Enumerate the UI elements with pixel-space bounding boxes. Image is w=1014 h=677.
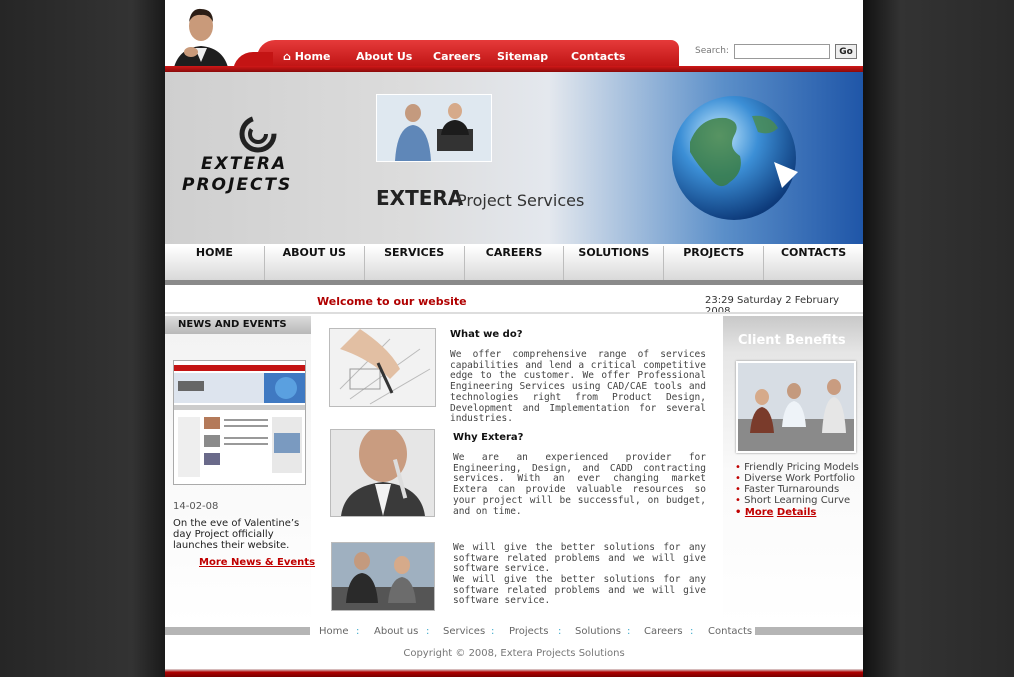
bullet-icon: • [735,484,741,495]
footer-separator: : [426,626,430,637]
benefit-item: • Friendly Pricing Models [735,462,859,473]
background-right [863,0,1014,677]
background-left [0,0,165,677]
top-nav-sitemap[interactable]: Sitemap [497,50,548,63]
welcome-text: Welcome to our website [317,295,467,308]
footer-link-solutions[interactable]: Solutions [575,626,621,637]
what-we-do-text: We offer comprehensive range of services… [450,349,706,425]
why-extera-heading: Why Extera? [453,432,524,443]
benefit-item: • Short Learning Curve [735,495,851,506]
man-with-pen-image [330,429,435,517]
top-nav-careers[interactable]: Careers [433,50,481,63]
welcome-divider [165,312,863,314]
main-nav-contacts[interactable]: CONTACTS [764,246,863,280]
why-extera-text: We are an experienced provider for Engin… [453,452,706,517]
benefit-item: • Diverse Work Portfolio [735,473,855,484]
more-details-link[interactable]: • More Details [735,507,816,518]
more-link[interactable]: More [745,507,774,518]
main-nav-services[interactable]: SERVICES [365,246,465,280]
logo-swirl-icon [239,115,277,153]
banner-title: EXTERA [376,186,464,210]
banner-subtitle: Project Services [457,191,585,210]
footer-separator: : [558,626,562,637]
search-input[interactable] [734,44,830,59]
office-team-photo [376,94,492,162]
office-phone-image [331,542,435,611]
footer-separator: : [356,626,360,637]
news-website-thumbnail[interactable] [173,360,306,485]
bullet-icon: • [735,507,742,518]
footer-link-projects[interactable]: Projects [509,626,548,637]
bullet-icon: • [735,495,741,506]
drafting-image [329,328,436,407]
bullet-icon: • [735,473,741,484]
footer-link-about[interactable]: About us [374,626,418,637]
footer-link-careers[interactable]: Careers [644,626,683,637]
news-header: NEWS AND EVENTS [165,316,311,334]
footer-bar-right [755,627,863,635]
solutions-text-2: We will give the better solutions for an… [453,574,706,607]
client-benefits-title: Client Benefits [738,333,846,348]
footer-link-home[interactable]: Home [319,626,349,637]
what-we-do-heading: What we do? [450,329,523,340]
footer-link-contacts[interactable]: Contacts [708,626,752,637]
top-nav-about[interactable]: About Us [356,50,412,63]
main-nav-careers[interactable]: CAREERS [465,246,565,280]
main-nav: HOME ABOUT US SERVICES CAREERS SOLUTIONS… [165,246,863,285]
top-nav-contacts[interactable]: Contacts [571,50,625,63]
footer-bar-left [165,627,310,635]
search-label: Search: [695,46,729,56]
footer-separator: : [491,626,495,637]
footer-separator: : [627,626,631,637]
solutions-text-1: We will give the better solutions for an… [453,542,706,575]
main-nav-projects[interactable]: PROJECTS [664,246,765,280]
logo-text-line1: EXTERA [201,154,288,174]
footer-link-services[interactable]: Services [443,626,485,637]
footer-separator: : [690,626,694,637]
main-nav-solutions[interactable]: SOLUTIONS [564,246,665,280]
meeting-photo [736,361,856,453]
news-text: On the eve of Valentine’s day Project of… [173,518,300,551]
details-link[interactable]: Details [777,507,816,518]
copyright: Copyright © 2008, Extera Projects Soluti… [403,648,625,659]
footer-red-bar [165,669,863,677]
page: ⌂ Home About Us Careers Sitemap Contacts… [165,0,863,677]
benefit-item: • Faster Turnarounds [735,484,840,495]
header: ⌂ Home About Us Careers Sitemap Contacts… [165,0,863,72]
main-nav-home[interactable]: HOME [165,246,265,280]
go-button[interactable]: Go [835,44,857,59]
bullet-icon: • [735,462,741,473]
main-nav-about[interactable]: ABOUT US [265,246,365,280]
businessman-avatar [169,4,233,72]
more-news-link[interactable]: More News & Events [199,557,315,568]
top-nav-home[interactable]: ⌂ Home [283,50,330,63]
logo-text-line2: PROJECTS [182,175,293,195]
globe-icon [672,96,798,220]
home-icon: ⌂ [283,50,291,63]
news-date: 14-02-08 [173,501,219,512]
